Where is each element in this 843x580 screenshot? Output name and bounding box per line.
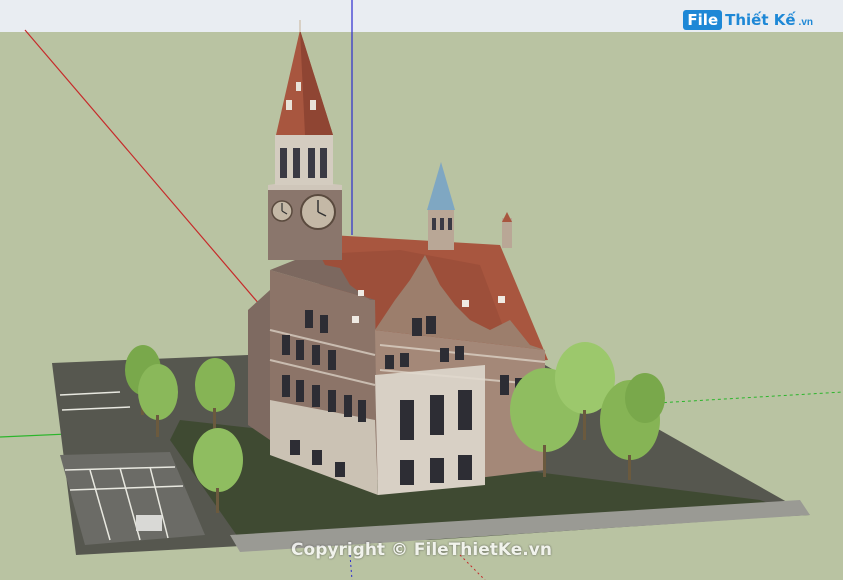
copyright-watermark: Copyright © FileThietKe.vn xyxy=(291,540,552,560)
parked-car xyxy=(136,515,162,531)
clock-icon xyxy=(271,200,293,222)
logo-text: Thiết Kế xyxy=(725,11,796,29)
clock-icon xyxy=(300,194,336,230)
logo-suffix: .vn xyxy=(798,17,813,28)
3d-viewport[interactable]: File Thiết Kế .vn Copyright © FileThietK… xyxy=(0,0,843,580)
site-logo: File Thiết Kế .vn xyxy=(683,10,813,30)
logo-box: File xyxy=(683,10,723,30)
model-scene xyxy=(0,0,843,580)
